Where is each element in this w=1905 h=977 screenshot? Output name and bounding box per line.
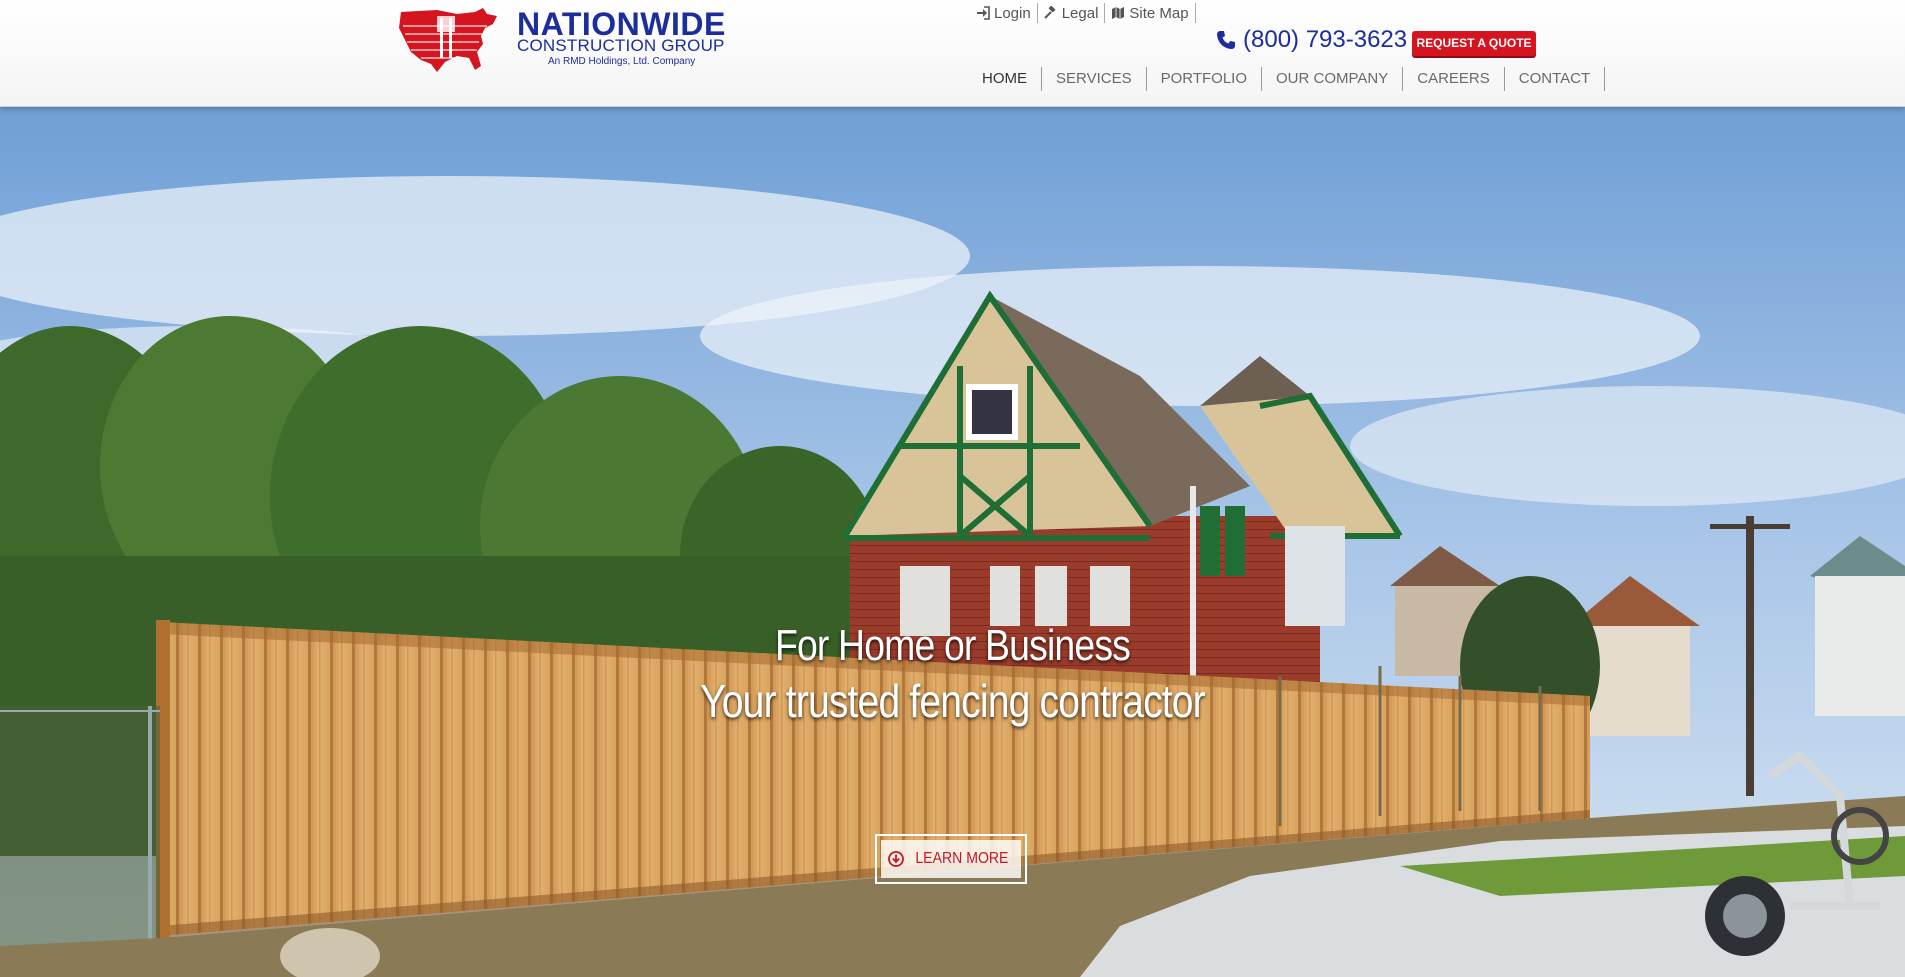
- nav-careers[interactable]: CAREERS: [1403, 67, 1505, 91]
- phone-icon: [1217, 31, 1235, 49]
- brand-tagline: An RMD Holdings, Ltd. Company: [548, 56, 696, 67]
- hero-subheadline: Your trusted fencing contractor: [700, 675, 1206, 727]
- sign-in-icon: [977, 6, 990, 20]
- learn-more-inner: LEARN MORE: [881, 840, 1021, 878]
- brand-logo[interactable]: NATIONWIDE CONSTRUCTION GROUP An RMD Hol…: [397, 4, 727, 74]
- nav-our-company[interactable]: OUR COMPANY: [1262, 67, 1404, 91]
- phone-contact[interactable]: (800) 793-3623: [1215, 26, 1407, 54]
- gavel-icon: [1043, 6, 1056, 19]
- legal-label: Legal: [1061, 4, 1099, 22]
- map-icon: [1112, 7, 1125, 19]
- main-nav: HOME SERVICES PORTFOLIO OUR COMPANY CARE…: [968, 67, 1606, 91]
- hero-banner: For Home or Business Your trusted fencin…: [0, 106, 1905, 977]
- arrow-circle-down-icon: [887, 851, 904, 867]
- learn-more-button[interactable]: LEARN MORE: [875, 834, 1027, 884]
- learn-more-label: LEARN MORE: [914, 850, 1009, 867]
- phone-number: (800) 793-3623: [1243, 26, 1408, 53]
- hero-headline: For Home or Business: [774, 621, 1131, 670]
- nav-portfolio[interactable]: PORTFOLIO: [1147, 67, 1262, 91]
- login-label: Login: [994, 4, 1031, 22]
- login-link[interactable]: Login: [970, 3, 1038, 23]
- site-map-label: Site Map: [1129, 4, 1189, 22]
- request-quote-button[interactable]: REQUEST A QUOTE: [1412, 31, 1536, 56]
- utility-links: Login Legal Site Map: [970, 2, 1196, 24]
- nav-services[interactable]: SERVICES: [1042, 67, 1147, 91]
- site-map-link[interactable]: Site Map: [1105, 3, 1196, 23]
- nav-home[interactable]: HOME: [968, 67, 1042, 91]
- usa-map-flag-icon: [399, 8, 497, 72]
- legal-link[interactable]: Legal: [1038, 3, 1106, 23]
- nav-contact[interactable]: CONTACT: [1505, 67, 1606, 91]
- brand-subtitle: CONSTRUCTION GROUP: [517, 36, 725, 55]
- site-header: NATIONWIDE CONSTRUCTION GROUP An RMD Hol…: [0, 0, 1905, 107]
